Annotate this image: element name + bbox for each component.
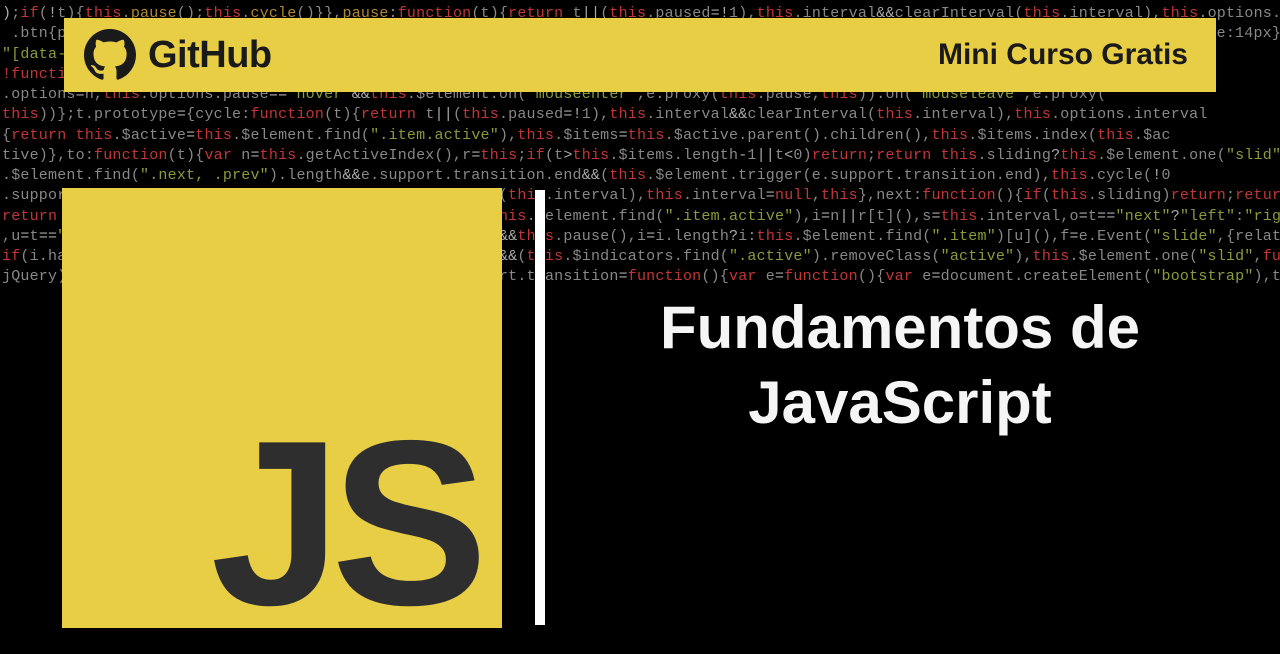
vertical-divider xyxy=(535,190,545,625)
header-bar: GitHub Mini Curso Gratis xyxy=(64,18,1216,92)
js-logo-badge: JS xyxy=(62,188,502,628)
github-logo-icon xyxy=(84,29,136,81)
title-line-2: JavaScript xyxy=(580,365,1220,440)
js-logo-text: JS xyxy=(211,427,478,620)
course-label: Mini Curso Gratis xyxy=(938,38,1188,72)
course-title: Fundamentos de JavaScript xyxy=(580,290,1220,440)
github-brand: GitHub xyxy=(84,29,272,81)
title-line-1: Fundamentos de xyxy=(580,290,1220,365)
brand-name: GitHub xyxy=(148,34,272,77)
